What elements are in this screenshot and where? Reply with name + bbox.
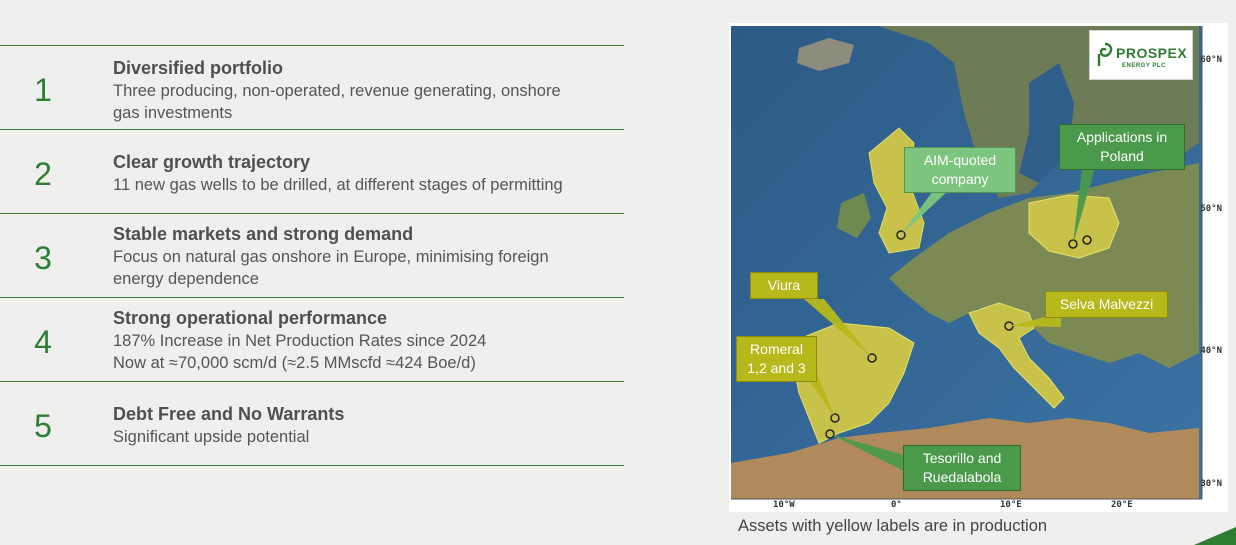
highlight-title: Diversified portfolio [113, 58, 284, 78]
logo-subtitle: ENERGY PLC [1122, 63, 1166, 69]
label-line: Selva Malvezzi [1059, 296, 1154, 312]
lon-tick: 10°W [773, 500, 795, 510]
label-line: Ruedalabola [922, 469, 1002, 485]
lon-tick: 0° [891, 500, 902, 510]
highlights-list: 1 Diversified portfolio Three producing,… [0, 45, 624, 466]
highlight-number: 5 [34, 408, 52, 444]
highlight-title: Debt Free and No Warrants [113, 404, 345, 424]
highlight-description: Three producing, non-operated, revenue g… [113, 80, 613, 124]
description-line: 11 new gas wells to be drilled, at diffe… [113, 176, 563, 194]
description-line: Now at ≈70,000 scm/d (≈2.5 MMscfd ≈424 B… [113, 354, 476, 372]
label-selva-malvezzi: Selva Malvezzi [1045, 291, 1168, 318]
highlight-row: 3 Stable markets and strong demand Focus… [0, 214, 624, 298]
description-line: Focus on natural gas onshore in Europe, … [113, 248, 549, 266]
label-viura: Viura [750, 272, 818, 299]
highlight-row: 1 Diversified portfolio Three producing,… [0, 46, 624, 130]
corner-accent [1194, 527, 1236, 545]
highlight-description: 11 new gas wells to be drilled, at diffe… [113, 174, 623, 196]
label-line: 1,2 and 3 [747, 360, 806, 376]
label-poland: Applications in Poland [1059, 124, 1185, 170]
logo-name: PROSPEX [1116, 45, 1188, 61]
description-line: energy dependence [113, 270, 259, 288]
prospex-logo: PROSPEX ENERGY PLC [1089, 30, 1193, 80]
map-graphic [731, 26, 1203, 500]
europe-asset-map: 60°N 50°N 40°N 30°N 10°W 0° 10°E 20°E PR… [729, 23, 1228, 512]
highlight-number: 1 [34, 72, 52, 108]
label-romeral: Romeral 1,2 and 3 [736, 336, 817, 382]
label-line: Tesorillo and [922, 450, 1002, 466]
lat-tick: 50°N [1200, 204, 1222, 214]
map-caption: Assets with yellow labels are in product… [738, 517, 1048, 535]
description-line: Three producing, non-operated, revenue g… [113, 82, 561, 100]
label-line: company [931, 171, 989, 187]
highlight-number: 4 [34, 324, 52, 360]
highlight-row: 2 Clear growth trajectory 11 new gas wel… [0, 130, 624, 214]
description-line: 187% Increase in Net Production Rates si… [113, 332, 487, 350]
label-line: Viura [767, 277, 801, 293]
label-line: Poland [1100, 148, 1144, 164]
highlight-number: 2 [34, 156, 52, 192]
description-line: gas investments [113, 104, 233, 122]
lat-tick: 60°N [1200, 55, 1222, 65]
lon-tick: 10°E [1000, 500, 1022, 510]
highlight-description: Significant upside potential [113, 426, 613, 448]
description-line: Significant upside potential [113, 428, 310, 446]
highlight-number: 3 [34, 240, 52, 276]
highlight-title: Strong operational performance [113, 308, 388, 328]
logo-mark-icon [1097, 42, 1113, 66]
highlight-title: Clear growth trajectory [113, 152, 311, 172]
highlight-description: Focus on natural gas onshore in Europe, … [113, 246, 613, 290]
highlight-title: Stable markets and strong demand [113, 224, 414, 244]
highlight-row: 5 Debt Free and No Warrants Significant … [0, 382, 624, 466]
lat-tick: 30°N [1200, 479, 1222, 489]
lon-tick: 20°E [1111, 500, 1133, 510]
label-line: AIM-quoted [923, 152, 997, 168]
lat-tick: 40°N [1200, 346, 1222, 356]
label-line: Romeral [750, 341, 803, 357]
highlight-row: 4 Strong operational performance 187% In… [0, 298, 624, 382]
label-aim-quoted: AIM-quoted company [904, 147, 1016, 193]
label-tesorillo: Tesorillo and Ruedalabola [903, 445, 1021, 491]
highlight-description: 187% Increase in Net Production Rates si… [113, 330, 613, 374]
label-line: Applications in [1076, 129, 1168, 145]
